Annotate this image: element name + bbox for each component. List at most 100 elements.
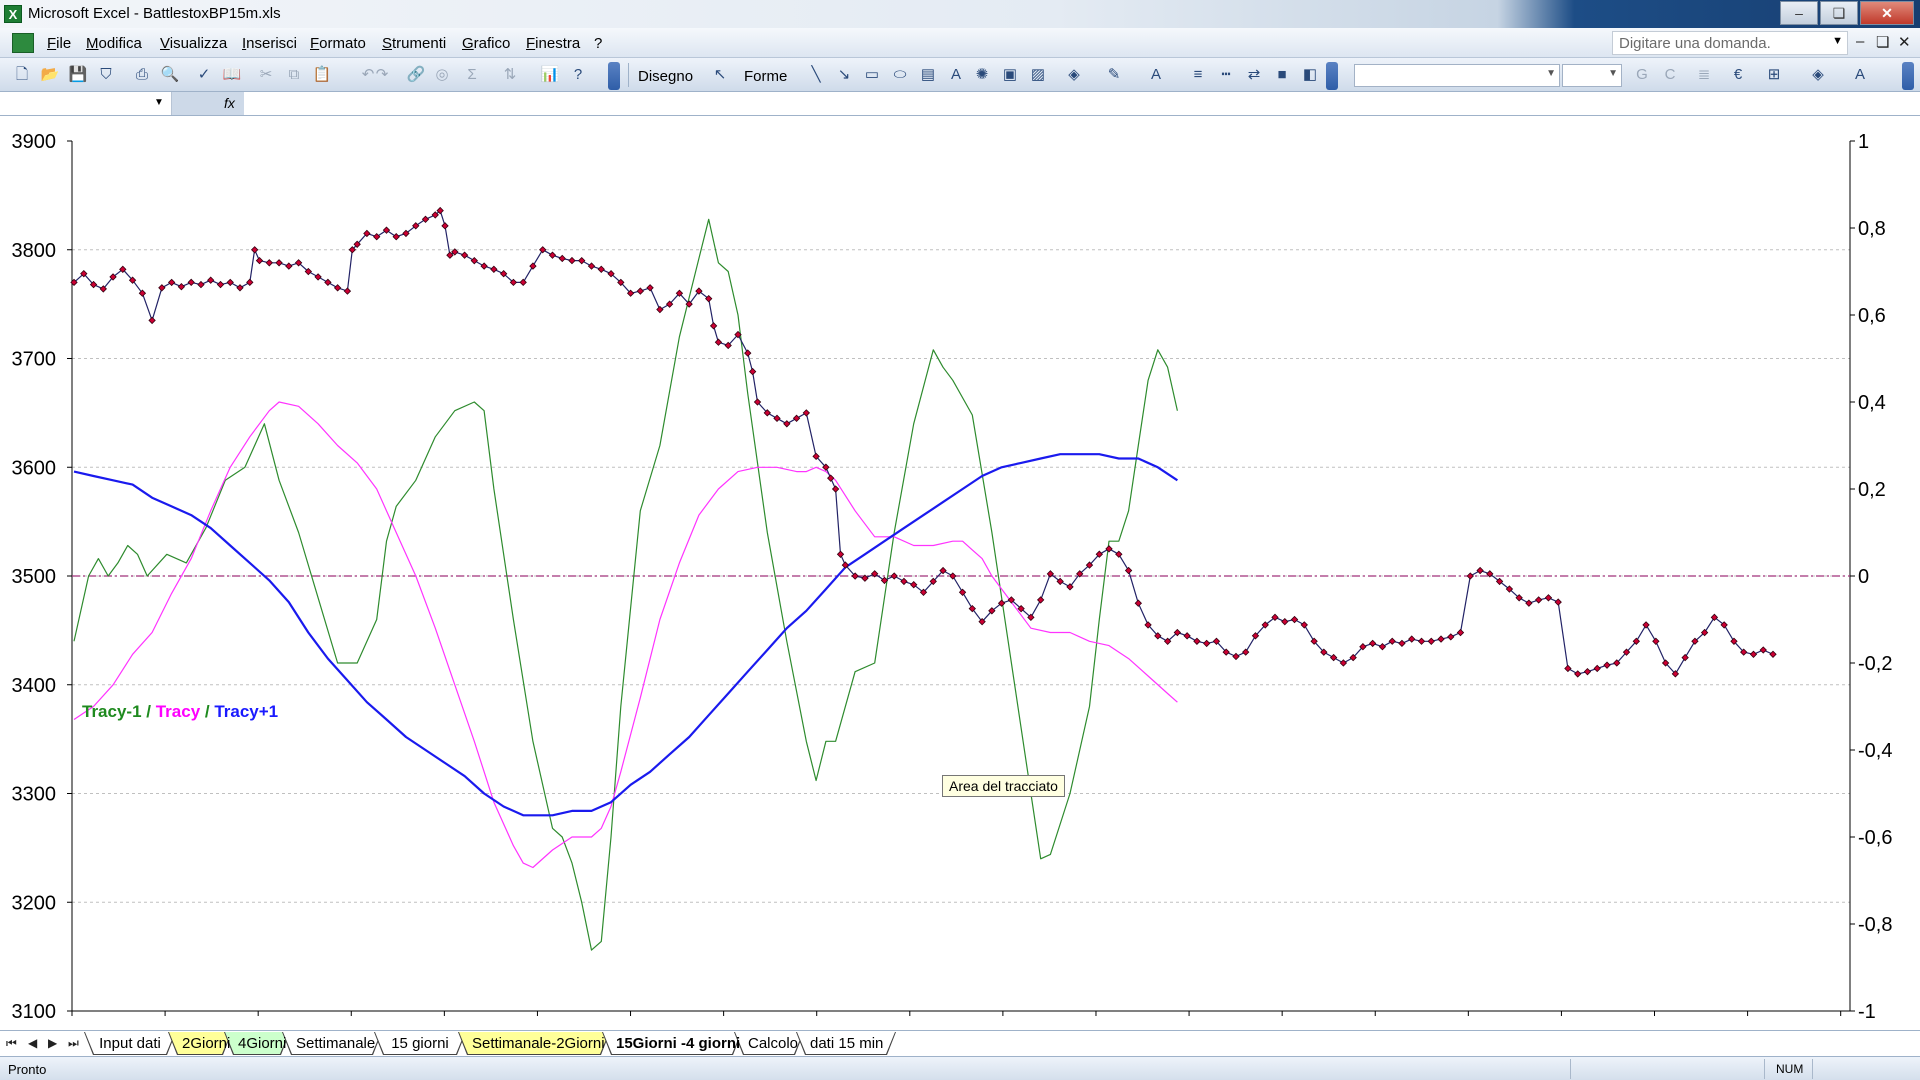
line-style-icon[interactable]: ≡ — [1188, 65, 1208, 85]
sheet-tab[interactable]: dati 15 min — [796, 1032, 896, 1055]
last-sheet-icon[interactable]: ⏭ — [68, 1036, 79, 1051]
excel-app-icon[interactable]: X — [4, 5, 22, 23]
sheet-tab[interactable]: 2Giorni — [168, 1032, 232, 1055]
borders-icon[interactable]: ⊞ — [1764, 65, 1784, 85]
textbox-icon[interactable]: ▤ — [918, 65, 938, 85]
data-point — [226, 278, 234, 287]
3d-style-icon[interactable]: ◧ — [1300, 65, 1320, 85]
arrow-icon[interactable]: ↘ — [834, 65, 854, 85]
currency-button[interactable]: € — [1728, 65, 1748, 85]
save-icon[interactable]: 💾 — [68, 65, 88, 85]
menu-file[interactable]: File — [47, 35, 71, 52]
menu-strumenti[interactable]: Strumenti — [382, 35, 446, 52]
dash-style-icon[interactable]: ┅ — [1216, 65, 1236, 85]
data-point — [783, 420, 791, 428]
print-icon[interactable]: ⎙ — [132, 65, 152, 85]
diagram-icon[interactable]: ✺ — [972, 65, 992, 85]
permission-icon[interactable]: ⛉ — [96, 65, 116, 85]
new-icon[interactable]: 🗋 — [12, 65, 32, 85]
data-point — [1339, 659, 1348, 667]
chevron-down-icon[interactable]: ▼ — [154, 97, 164, 108]
data-point — [1759, 646, 1767, 654]
cut-icon[interactable]: ✂ — [256, 65, 276, 85]
open-icon[interactable]: 📂 — [40, 65, 60, 85]
help-question-input[interactable]: Digitare una domanda. ▼ — [1612, 31, 1848, 55]
disegno-menu[interactable]: Disegno — [638, 68, 693, 85]
menu-inserisci[interactable]: Inserisci — [242, 35, 297, 52]
font-color-icon-2[interactable]: A — [1850, 65, 1870, 85]
sheet-tab[interactable]: 4Giorni — [224, 1032, 290, 1055]
sheet-tab[interactable]: Settimanale — [282, 1032, 382, 1055]
spelling-icon[interactable]: ✓ — [194, 65, 214, 85]
wordart-icon[interactable]: A — [946, 65, 966, 85]
chart-sheet[interactable]: 3900 3800 3700 3600 3500 3400 3300 3200 3100 1 0,8… — [0, 116, 1920, 1030]
lasso-icon[interactable]: ◎ — [432, 65, 452, 85]
sheet-tab[interactable]: Calcolo — [734, 1032, 804, 1055]
clipart-icon[interactable]: ▣ — [1000, 65, 1020, 85]
chart-wizard-icon[interactable]: 📊 — [540, 65, 560, 85]
rectangle-icon[interactable]: ▭ — [862, 65, 882, 85]
data-point — [900, 577, 908, 586]
sheet-tab[interactable]: 15 giorni — [374, 1032, 466, 1055]
arrow-style-icon[interactable]: ⇄ — [1244, 65, 1264, 85]
copy-icon[interactable]: ⧉ — [284, 65, 304, 85]
restore-button[interactable]: ❏ — [1820, 1, 1858, 25]
sheet-tab[interactable]: 15Giorni -4 giorni — [602, 1032, 742, 1055]
data-point — [1378, 643, 1387, 651]
doc-restore-button[interactable]: ❏ — [1876, 33, 1889, 51]
fill-color-icon[interactable]: ◈ — [1064, 65, 1084, 85]
doc-close-button[interactable]: ✕ — [1898, 33, 1911, 51]
line-color-icon[interactable]: ✎ — [1104, 65, 1124, 85]
menu-help[interactable]: ? — [594, 35, 602, 52]
menu-formato[interactable]: Formato — [310, 35, 366, 52]
toolbar-options-grip[interactable] — [608, 62, 620, 90]
picture-icon[interactable]: ▨ — [1028, 65, 1048, 85]
menu-modifica[interactable]: Modifica — [86, 35, 142, 52]
paste-icon[interactable]: 📋 — [312, 65, 332, 85]
first-sheet-icon[interactable]: ⏮ — [6, 1036, 17, 1051]
next-sheet-icon[interactable]: ▶ — [48, 1036, 57, 1050]
bold-button[interactable]: G — [1632, 65, 1652, 85]
doc-minimize-button[interactable]: – — [1856, 33, 1864, 50]
y-left-tick-label: 3200 — [12, 892, 57, 914]
align-center-icon[interactable]: ≣ — [1694, 65, 1714, 85]
chevron-down-icon[interactable]: ▼ — [1832, 35, 1843, 47]
font-size-combo[interactable]: ▼ — [1562, 64, 1622, 87]
line-chart[interactable]: 3900 3800 3700 3600 3500 3400 3300 3200 3100 1 0,8… — [0, 116, 1920, 1030]
data-point — [1603, 661, 1611, 669]
data-point — [1193, 637, 1201, 645]
research-icon[interactable]: 📖 — [222, 65, 242, 85]
hyperlink-icon[interactable]: 🔗 — [406, 65, 426, 85]
y-left-tick-label: 3300 — [12, 784, 57, 806]
menu-visualizza[interactable]: Visualizza — [160, 35, 227, 52]
font-color-icon[interactable]: A — [1146, 65, 1166, 85]
data-point — [1388, 637, 1396, 645]
window-title: Microsoft Excel - BattlestoxBP15m.xls — [28, 5, 281, 22]
help-icon[interactable]: ? — [568, 65, 588, 85]
italic-button[interactable]: C — [1660, 65, 1680, 85]
toolbar-options-grip[interactable] — [1902, 62, 1914, 90]
toolbar-options-grip[interactable] — [1326, 62, 1338, 90]
sort-icon[interactable]: ⇅ — [500, 65, 520, 85]
name-box[interactable]: ▼ — [0, 92, 172, 115]
redo-icon[interactable]: ↷ — [372, 65, 392, 85]
close-window-button[interactable]: ✕ — [1860, 1, 1914, 25]
select-objects-icon[interactable]: ↖ — [710, 65, 730, 85]
line-icon[interactable]: ╲ — [806, 65, 826, 85]
print-preview-icon[interactable]: 🔍 — [160, 65, 180, 85]
workbook-icon[interactable] — [12, 33, 34, 53]
autosum-icon[interactable]: Σ — [462, 65, 482, 85]
oval-icon[interactable]: ⬭ — [890, 65, 910, 85]
sheet-tab[interactable]: Settimanale-2Giorni — [458, 1032, 610, 1055]
minimize-button[interactable]: – — [1780, 1, 1818, 25]
font-name-combo[interactable]: ▼ — [1354, 64, 1560, 87]
insert-function-button[interactable]: fx — [172, 92, 244, 115]
forme-menu[interactable]: Forme — [744, 68, 787, 85]
shadow-icon[interactable]: ■ — [1272, 65, 1292, 85]
status-bar: Pronto NUM — [0, 1056, 1920, 1080]
menu-grafico[interactable]: Grafico — [462, 35, 510, 52]
menu-finestra[interactable]: Finestra — [526, 35, 580, 52]
sheet-tab[interactable]: Input dati — [84, 1032, 176, 1055]
fill-color-icon-2[interactable]: ◈ — [1808, 65, 1828, 85]
prev-sheet-icon[interactable]: ◀ — [28, 1036, 37, 1050]
